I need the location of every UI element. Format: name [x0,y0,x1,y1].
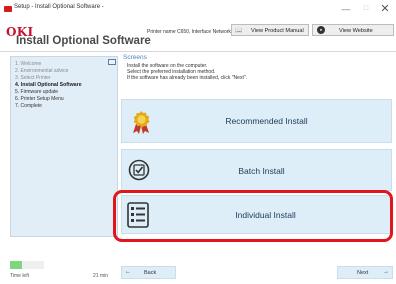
close-button[interactable]: ✕ [377,2,393,16]
step-environmental-advice: 2. Environmental advice [15,68,69,74]
progress-bar [10,261,44,269]
step-welcome: 1. Welcome [15,61,42,67]
title-bar: Setup - Install Optional Software - — □ … [0,0,396,20]
installer-window: Setup - Install Optional Software - — □ … [0,0,396,284]
manual-book-icon: 📖 [235,28,243,34]
recommended-install-button[interactable]: Recommended Install [121,99,392,143]
view-website-button[interactable]: ● View Website [312,24,394,36]
step-install-optional-software: 4. Install Optional Software [15,82,82,88]
view-website-label: View Website [339,27,373,34]
instruction-line: If the software has already been install… [127,75,247,81]
batch-install-button[interactable]: Batch Install [121,149,392,191]
next-label: Next [357,269,369,276]
app-icon [4,6,12,12]
next-button[interactable]: Next → [337,266,393,279]
progress-fill [10,261,22,269]
batch-install-label: Batch Install [238,166,285,176]
header: OKI Install Optional Software Printer na… [0,20,396,52]
step-printer-setup-menu: 6. Printer Setup Menu [15,96,64,102]
screens-heading: Screens [123,54,147,61]
globe-icon: ● [317,26,325,34]
step-complete: 7. Complete [15,103,42,109]
sidebar-window-icon [108,59,116,65]
step-select-printer: 3. Select Printer [15,75,51,81]
page-title: Install Optional Software [16,35,151,47]
recommended-install-label: Recommended Install [225,116,308,126]
step-firmware-update: 5. Firmware update [15,89,59,95]
view-product-manual-label: View Product Manual [251,27,304,34]
window-title: Setup - Install Optional Software - [14,4,104,10]
back-button[interactable]: ← Back [121,266,176,279]
view-product-manual-button[interactable]: 📖 View Product Manual [231,24,309,36]
maximize-button[interactable]: □ [358,2,374,16]
printer-info: Printer name C650, Interface Network [147,29,231,35]
arrow-right-icon: → [383,269,389,275]
steps-sidebar: 1. Welcome 2. Environmental advice 3. Se… [10,56,118,237]
minimize-button[interactable]: — [338,2,354,16]
back-label: Back [144,269,157,276]
selection-highlight [113,190,393,242]
time-left-label: Time left [10,273,29,279]
arrow-left-icon: ← [125,269,131,275]
time-left-value: 21 min [93,273,109,279]
